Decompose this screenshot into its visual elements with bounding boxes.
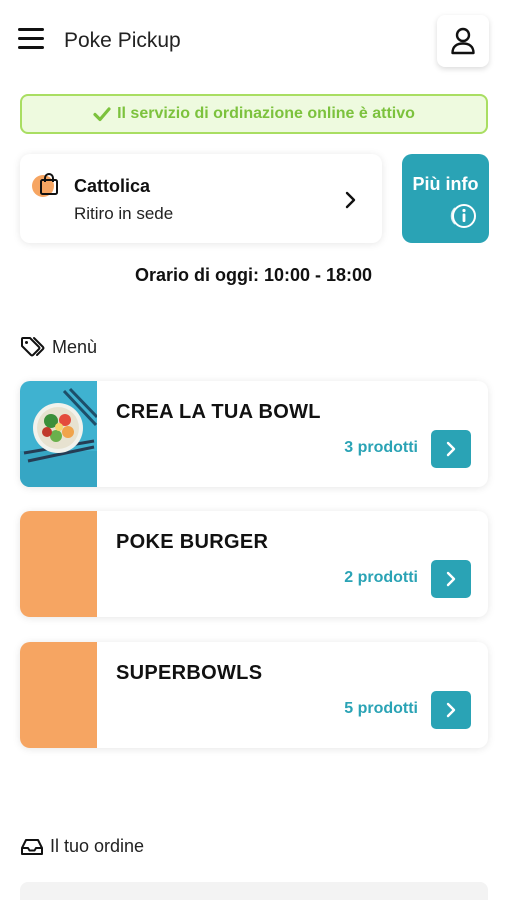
menu-category-card[interactable]: POKE BURGER 2 prodotti: [20, 511, 488, 617]
app-title: Poke Pickup: [64, 29, 181, 52]
shopping-bag-icon: [32, 173, 60, 199]
app-header: Poke Pickup: [0, 0, 507, 82]
menu-category-card[interactable]: SUPERBOWLS 5 prodotti: [20, 642, 488, 748]
open-category-button[interactable]: [431, 560, 471, 598]
menu-category-count: 3 prodotti: [344, 439, 418, 456]
chevron-right-icon: [446, 441, 456, 457]
menu-category-card[interactable]: CREA LA TUA BOWL 3 prodotti: [20, 381, 488, 487]
order-section-label: Il tuo ordine: [50, 836, 145, 856]
store-pickup-mode: Ritiro in sede: [74, 204, 174, 223]
service-status-banner: Il servizio di ordinazione online è atti…: [20, 94, 488, 134]
menu-category-count: 2 prodotti: [344, 569, 418, 586]
hamburger-icon[interactable]: [18, 28, 44, 52]
menu-section-label: Menù: [52, 336, 98, 357]
user-icon: [451, 27, 475, 55]
menu-category-name: POKE BURGER: [116, 531, 269, 553]
more-info-label: Più info: [412, 174, 479, 194]
open-category-button[interactable]: [431, 430, 471, 468]
menu-category-name: SUPERBOWLS: [116, 662, 263, 684]
open-category-button[interactable]: [431, 691, 471, 729]
tag-icon: [21, 337, 45, 357]
more-info-button[interactable]: Più info: [402, 154, 489, 243]
menu-section-title: Menù: [20, 336, 97, 358]
store-selector-card[interactable]: Cattolica Ritiro in sede: [20, 154, 382, 243]
order-summary-box: [20, 882, 488, 900]
chevron-right-icon: [345, 191, 356, 209]
category-image-placeholder: [20, 642, 97, 748]
store-name: Cattolica: [74, 176, 151, 196]
menu-category-count: 5 prodotti: [344, 700, 418, 717]
category-image-placeholder: [20, 511, 97, 617]
inbox-icon: [21, 838, 43, 855]
menu-category-name: CREA LA TUA BOWL: [116, 401, 321, 423]
poke-bowl-image: [20, 381, 97, 487]
user-account-button[interactable]: [437, 15, 489, 67]
service-status-text: Il servizio di ordinazione online è atti…: [117, 105, 415, 122]
check-icon: [93, 107, 111, 122]
opening-hours: Orario di oggi: 10:00 - 18:00: [134, 265, 373, 285]
order-section-title: Il tuo ordine: [20, 836, 144, 857]
chevron-right-icon: [446, 702, 456, 718]
info-icon: [450, 204, 476, 228]
chevron-right-icon: [446, 571, 456, 587]
